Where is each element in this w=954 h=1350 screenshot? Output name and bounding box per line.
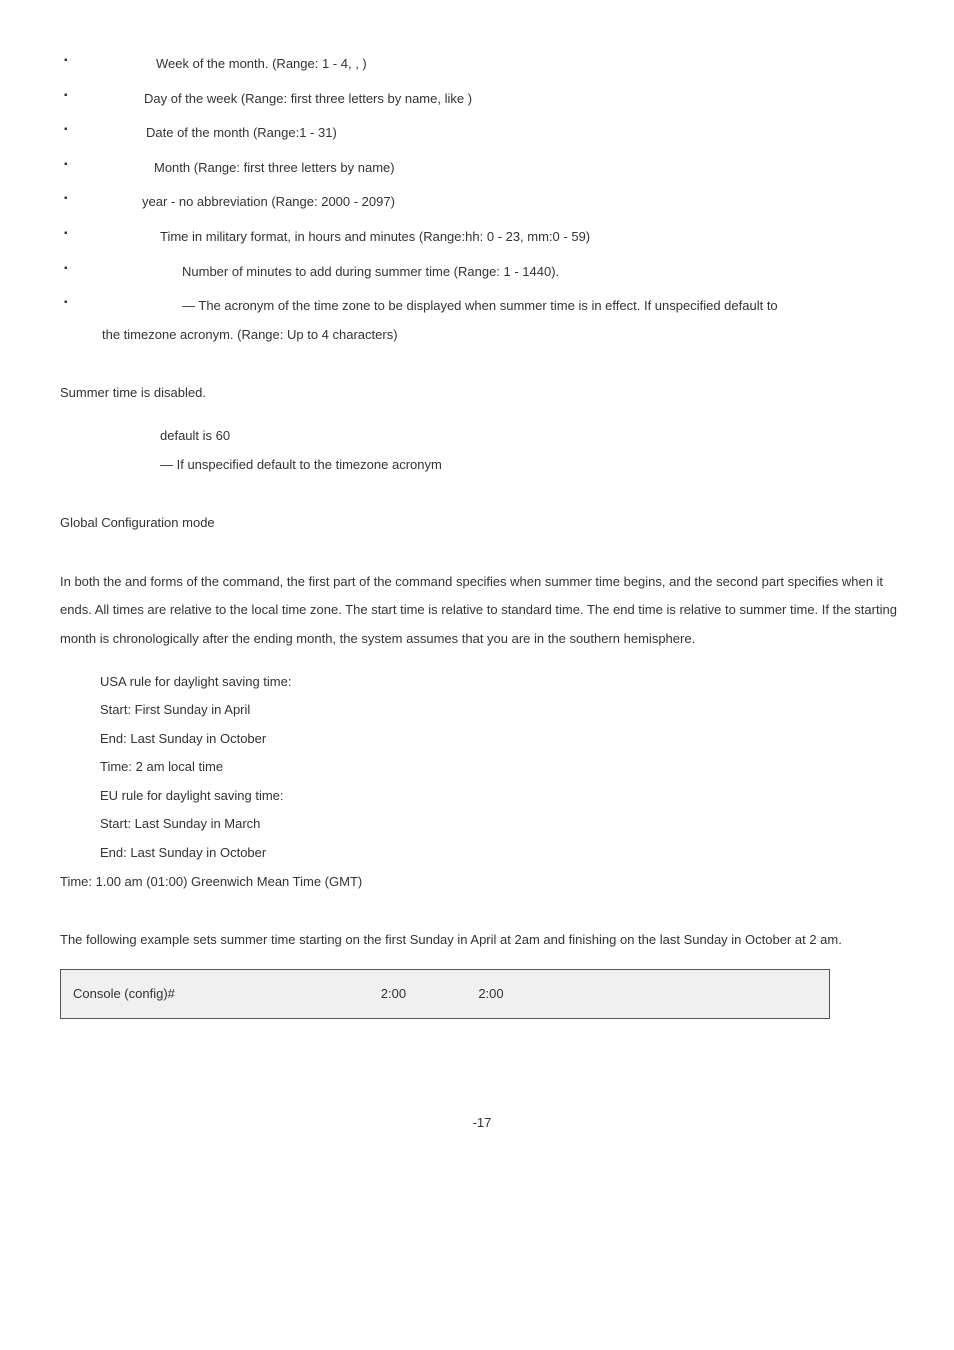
bullet-continuation: the timezone acronym. (Range: Up to 4 ch… (82, 321, 904, 350)
bullet-text: year - no abbreviation (Range: 2000 - 20… (82, 194, 395, 209)
rule-line: End: Last Sunday in October (100, 725, 904, 754)
bullet-item: Date of the month (Range:1 - 31) (60, 119, 904, 148)
summer-disabled-text: Summer time is disabled. (60, 379, 904, 408)
bullet-text: Time in military format, in hours and mi… (82, 229, 590, 244)
rule-line: Start: Last Sunday in March (100, 810, 904, 839)
rule-line: EU rule for daylight saving time: (100, 782, 904, 811)
rule-line: Start: First Sunday in April (100, 696, 904, 725)
console-time-2: 2:00 (478, 986, 503, 1001)
bullet-text: Day of the week (Range: first three lett… (82, 91, 472, 106)
bullet-text: Week of the month. (Range: 1 - 4, , ) (82, 56, 367, 71)
page-number: -17 (60, 1109, 904, 1138)
bullet-item: year - no abbreviation (Range: 2000 - 20… (60, 188, 904, 217)
bullet-text: Month (Range: first three letters by nam… (82, 160, 395, 175)
example-text: The following example sets summer time s… (60, 926, 904, 955)
rule-line: USA rule for daylight saving time: (100, 668, 904, 697)
parameter-bullet-list: Week of the month. (Range: 1 - 4, , ) Da… (60, 50, 904, 349)
console-time-1: 2:00 (381, 986, 406, 1001)
bullet-text: Number of minutes to add during summer t… (82, 264, 559, 279)
bullet-item: Number of minutes to add during summer t… (60, 258, 904, 287)
default-minutes-text: default is 60 (160, 422, 904, 451)
bullet-item: Week of the month. (Range: 1 - 4, , ) (60, 50, 904, 79)
mode-text: Global Configuration mode (60, 509, 904, 538)
bullet-text: — The acronym of the time zone to be dis… (82, 298, 778, 313)
console-output-box: Console (config)# 2:00 2:00 (60, 969, 830, 1020)
rule-line: Time: 2 am local time (100, 753, 904, 782)
console-prompt: Console (config)# (73, 986, 175, 1001)
console-line: Console (config)# 2:00 2:00 (73, 980, 817, 1009)
bullet-text: Date of the month (Range:1 - 31) (82, 125, 337, 140)
console-spacer (406, 986, 478, 1001)
bullet-item: Time in military format, in hours and mi… (60, 223, 904, 252)
bullet-item: — The acronym of the time zone to be dis… (60, 292, 904, 349)
default-acronym-text: — If unspecified default to the timezone… (160, 451, 904, 480)
bullet-item: Month (Range: first three letters by nam… (60, 154, 904, 183)
description-paragraph: In both the and forms of the command, th… (60, 568, 904, 654)
bullet-item: Day of the week (Range: first three lett… (60, 85, 904, 114)
gmt-line: Time: 1.00 am (01:00) Greenwich Mean Tim… (60, 868, 904, 897)
console-spacer (175, 986, 381, 1001)
rule-line: End: Last Sunday in October (100, 839, 904, 868)
